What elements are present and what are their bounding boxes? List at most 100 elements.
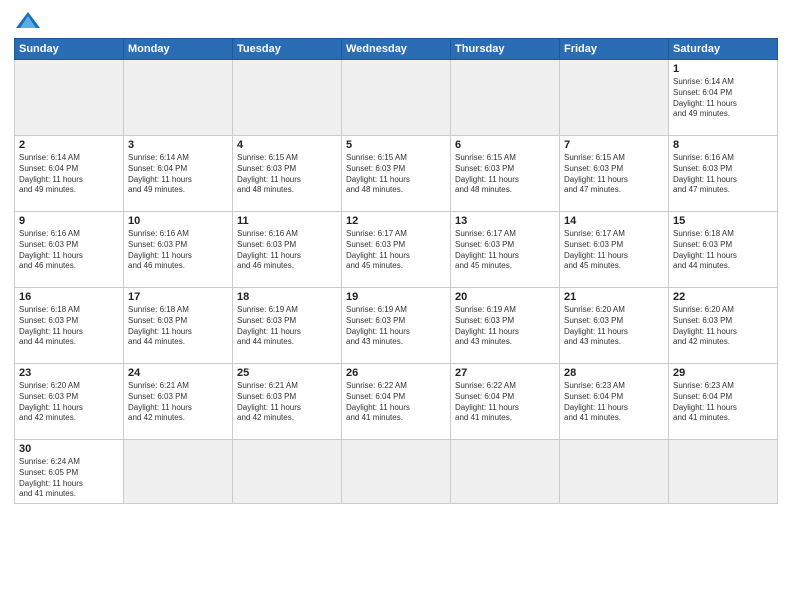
day-number: 2 — [19, 139, 119, 151]
calendar-cell: 30 Sunrise: 6:24 AM Sunset: 6:05 PM Dayli… — [15, 440, 124, 504]
day-info: Sunrise: 6:22 AM Sunset: 6:04 PM Dayligh… — [346, 381, 446, 424]
day-number: 29 — [673, 367, 773, 379]
day-number: 8 — [673, 139, 773, 151]
calendar-cell: 28Sunrise: 6:23 AM Sunset: 6:04 PM Dayli… — [560, 364, 669, 440]
logo — [14, 10, 50, 32]
day-number: 28 — [564, 367, 664, 379]
day-info: Sunrise: 6:16 AM Sunset: 6:03 PM Dayligh… — [673, 153, 773, 196]
calendar-cell: 5Sunrise: 6:15 AM Sunset: 6:03 PM Daylig… — [342, 136, 451, 212]
day-info: Sunrise: 6:24 AM Sunset: 6:05 PM Dayligh… — [19, 457, 119, 500]
day-number: 11 — [237, 215, 337, 227]
calendar-cell: 20 Sunrise: 6:19 AM Sunset: 6:03 PM Dayli… — [451, 288, 560, 364]
calendar-cell: 12Sunrise: 6:17 AM Sunset: 6:03 PM Dayli… — [342, 212, 451, 288]
day-number: 4 — [237, 139, 337, 151]
calendar-cell: 4 Sunrise: 6:15 AM Sunset: 6:03 PM Daylig… — [233, 136, 342, 212]
calendar-week-row: 23 Sunrise: 6:20 AM Sunset: 6:03 PM Dayli… — [15, 364, 778, 440]
day-number: 22 — [673, 291, 773, 303]
calendar-cell: 11 Sunrise: 6:16 AM Sunset: 6:03 PM Dayli… — [233, 212, 342, 288]
calendar-cell: 29 Sunrise: 6:23 AM Sunset: 6:04 PM Dayli… — [669, 364, 778, 440]
day-number: 26 — [346, 367, 446, 379]
calendar-cell: 15 Sunrise: 6:18 AM Sunset: 6:03 PM Dayli… — [669, 212, 778, 288]
calendar-cell: 14Sunrise: 6:17 AM Sunset: 6:03 PM Dayli… — [560, 212, 669, 288]
day-info: Sunrise: 6:17 AM Sunset: 6:03 PM Dayligh… — [346, 229, 446, 272]
calendar-cell: 3 Sunrise: 6:14 AM Sunset: 6:04 PM Daylig… — [124, 136, 233, 212]
calendar-cell: 10 Sunrise: 6:16 AM Sunset: 6:03 PM Dayli… — [124, 212, 233, 288]
day-info: Sunrise: 6:15 AM Sunset: 6:03 PM Dayligh… — [455, 153, 555, 196]
calendar-week-row: 16 Sunrise: 6:18 AM Sunset: 6:03 PM Dayli… — [15, 288, 778, 364]
day-info: Sunrise: 6:14 AM Sunset: 6:04 PM Dayligh… — [673, 77, 773, 120]
day-number: 30 — [19, 443, 119, 455]
calendar-cell — [560, 60, 669, 136]
day-info: Sunrise: 6:18 AM Sunset: 6:03 PM Dayligh… — [128, 305, 228, 348]
calendar-cell: 7 Sunrise: 6:15 AM Sunset: 6:03 PM Daylig… — [560, 136, 669, 212]
day-info: Sunrise: 6:15 AM Sunset: 6:03 PM Dayligh… — [237, 153, 337, 196]
weekday-header: Wednesday — [342, 39, 451, 60]
day-number: 10 — [128, 215, 228, 227]
calendar-cell: 17 Sunrise: 6:18 AM Sunset: 6:03 PM Dayli… — [124, 288, 233, 364]
day-number: 21 — [564, 291, 664, 303]
day-info: Sunrise: 6:18 AM Sunset: 6:03 PM Dayligh… — [673, 229, 773, 272]
day-number: 27 — [455, 367, 555, 379]
calendar-cell: 21Sunrise: 6:20 AM Sunset: 6:03 PM Dayli… — [560, 288, 669, 364]
weekday-header: Sunday — [15, 39, 124, 60]
calendar-cell: 16Sunrise: 6:18 AM Sunset: 6:03 PM Dayli… — [15, 288, 124, 364]
calendar-cell: 27 Sunrise: 6:22 AM Sunset: 6:04 PM Dayli… — [451, 364, 560, 440]
calendar-cell: 25 Sunrise: 6:21 AM Sunset: 6:03 PM Dayli… — [233, 364, 342, 440]
day-number: 23 — [19, 367, 119, 379]
calendar-week-row: 30 Sunrise: 6:24 AM Sunset: 6:05 PM Dayli… — [15, 440, 778, 504]
day-info: Sunrise: 6:23 AM Sunset: 6:04 PM Dayligh… — [673, 381, 773, 424]
calendar-cell — [560, 440, 669, 504]
day-number: 5 — [346, 139, 446, 151]
calendar-week-row: 2 Sunrise: 6:14 AM Sunset: 6:04 PM Daylig… — [15, 136, 778, 212]
calendar-cell: 6 Sunrise: 6:15 AM Sunset: 6:03 PM Daylig… — [451, 136, 560, 212]
day-number: 20 — [455, 291, 555, 303]
calendar-cell — [451, 440, 560, 504]
day-info: Sunrise: 6:15 AM Sunset: 6:03 PM Dayligh… — [564, 153, 664, 196]
logo-icon — [14, 10, 42, 32]
calendar-cell — [233, 60, 342, 136]
calendar-header-row: SundayMondayTuesdayWednesdayThursdayFrid… — [15, 39, 778, 60]
day-number: 3 — [128, 139, 228, 151]
day-number: 1 — [673, 63, 773, 75]
day-number: 24 — [128, 367, 228, 379]
calendar-cell: 23 Sunrise: 6:20 AM Sunset: 6:03 PM Dayli… — [15, 364, 124, 440]
day-number: 7 — [564, 139, 664, 151]
day-number: 25 — [237, 367, 337, 379]
calendar-cell: 22Sunrise: 6:20 AM Sunset: 6:03 PM Dayli… — [669, 288, 778, 364]
day-info: Sunrise: 6:14 AM Sunset: 6:04 PM Dayligh… — [19, 153, 119, 196]
day-info: Sunrise: 6:22 AM Sunset: 6:04 PM Dayligh… — [455, 381, 555, 424]
day-info: Sunrise: 6:20 AM Sunset: 6:03 PM Dayligh… — [19, 381, 119, 424]
day-info: Sunrise: 6:16 AM Sunset: 6:03 PM Dayligh… — [237, 229, 337, 272]
day-number: 15 — [673, 215, 773, 227]
day-info: Sunrise: 6:16 AM Sunset: 6:03 PM Dayligh… — [128, 229, 228, 272]
calendar-cell — [15, 60, 124, 136]
day-info: Sunrise: 6:19 AM Sunset: 6:03 PM Dayligh… — [237, 305, 337, 348]
header — [14, 10, 778, 32]
day-number: 9 — [19, 215, 119, 227]
calendar-cell — [233, 440, 342, 504]
day-info: Sunrise: 6:17 AM Sunset: 6:03 PM Dayligh… — [564, 229, 664, 272]
calendar-cell: 2 Sunrise: 6:14 AM Sunset: 6:04 PM Daylig… — [15, 136, 124, 212]
calendar-cell — [451, 60, 560, 136]
calendar-cell: 8 Sunrise: 6:16 AM Sunset: 6:03 PM Daylig… — [669, 136, 778, 212]
day-info: Sunrise: 6:16 AM Sunset: 6:03 PM Dayligh… — [19, 229, 119, 272]
day-number: 19 — [346, 291, 446, 303]
calendar-cell — [124, 440, 233, 504]
day-info: Sunrise: 6:21 AM Sunset: 6:03 PM Dayligh… — [237, 381, 337, 424]
calendar-cell: 24Sunrise: 6:21 AM Sunset: 6:03 PM Dayli… — [124, 364, 233, 440]
day-number: 16 — [19, 291, 119, 303]
calendar-cell: 9 Sunrise: 6:16 AM Sunset: 6:03 PM Daylig… — [15, 212, 124, 288]
day-info: Sunrise: 6:19 AM Sunset: 6:03 PM Dayligh… — [455, 305, 555, 348]
day-number: 17 — [128, 291, 228, 303]
weekday-header: Friday — [560, 39, 669, 60]
weekday-header: Saturday — [669, 39, 778, 60]
weekday-header: Monday — [124, 39, 233, 60]
calendar-cell: 26 Sunrise: 6:22 AM Sunset: 6:04 PM Dayli… — [342, 364, 451, 440]
day-info: Sunrise: 6:14 AM Sunset: 6:04 PM Dayligh… — [128, 153, 228, 196]
day-number: 18 — [237, 291, 337, 303]
day-number: 13 — [455, 215, 555, 227]
calendar-week-row: 9 Sunrise: 6:16 AM Sunset: 6:03 PM Daylig… — [15, 212, 778, 288]
calendar-cell — [124, 60, 233, 136]
page: SundayMondayTuesdayWednesdayThursdayFrid… — [0, 0, 792, 612]
day-number: 6 — [455, 139, 555, 151]
